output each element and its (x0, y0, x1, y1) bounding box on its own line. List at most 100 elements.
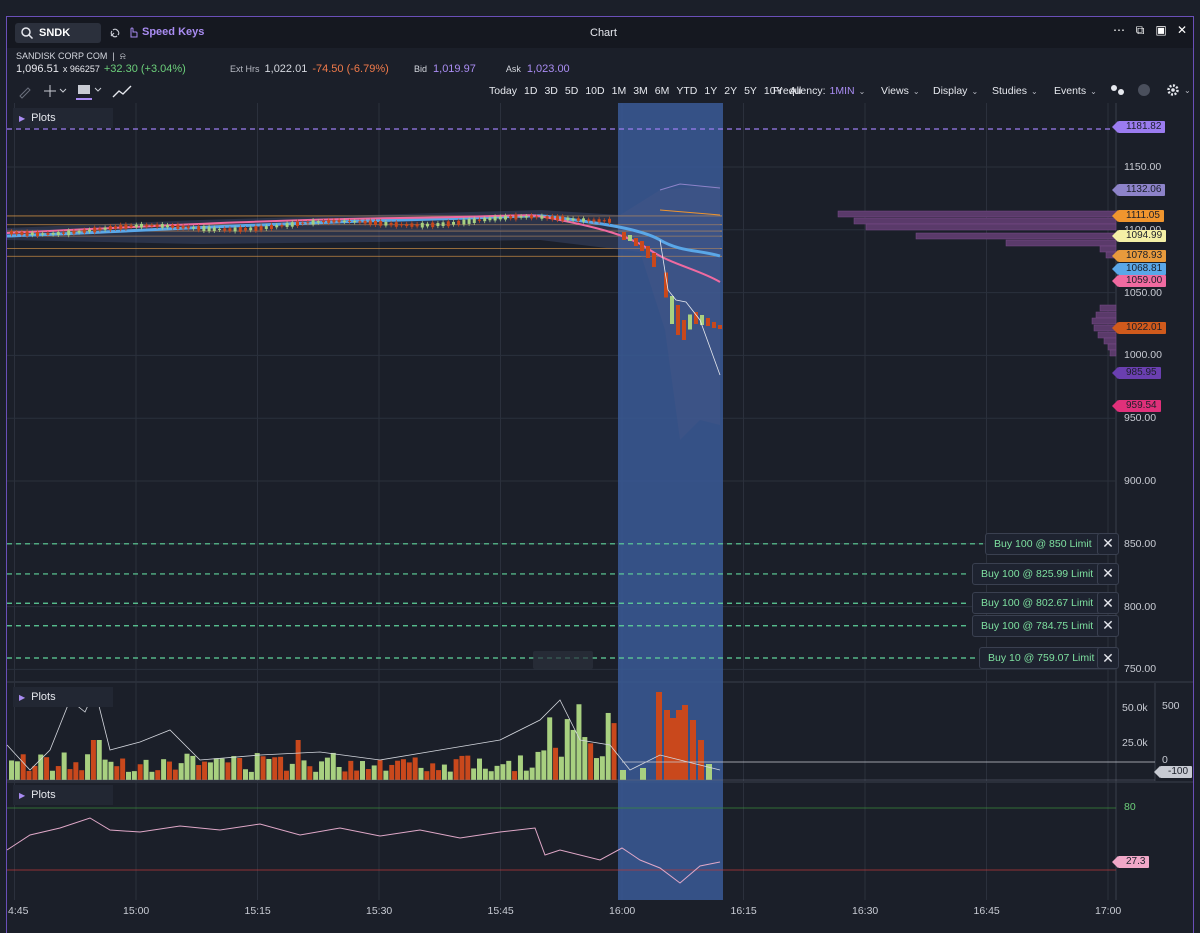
volume-profile-bar (853, 217, 1117, 225)
price-tag: 1132.06 (1111, 183, 1166, 196)
volume-bar (506, 760, 512, 780)
volume-bar (547, 717, 553, 780)
candle (628, 235, 632, 241)
volume-bar (120, 758, 126, 780)
volume-bar (553, 747, 559, 780)
volume-bar (453, 759, 459, 780)
candle (718, 325, 722, 329)
volume-bar (512, 771, 518, 780)
candle (652, 253, 656, 267)
plots-label: Plots (31, 112, 56, 124)
volume-bar (108, 761, 114, 780)
volume-bar (149, 771, 155, 780)
volume-bar (535, 751, 541, 780)
candle (706, 318, 710, 326)
cancel-order-button[interactable]: ✕ (1097, 614, 1119, 637)
volume-bar (102, 759, 108, 780)
cancel-order-button[interactable]: ✕ (1097, 647, 1119, 669)
volume-bar (178, 763, 184, 780)
volume-bar (465, 755, 471, 780)
cancel-order-button[interactable]: ✕ (1097, 592, 1119, 615)
order-label[interactable]: Buy 10 @ 759.07 Limit (979, 647, 1104, 669)
chart-canvas[interactable] (0, 0, 1200, 933)
price-tick: 950.00 (1124, 412, 1157, 425)
candle (688, 314, 692, 330)
volume-bar (588, 743, 594, 780)
volume-bar (354, 770, 360, 780)
order-label[interactable]: Buy 100 @ 825.99 Limit (972, 562, 1103, 585)
candle (622, 232, 626, 240)
volume-bar (664, 710, 670, 780)
volume-bar (319, 761, 325, 780)
price-tag: 1111.05 (1112, 209, 1164, 222)
volume-bar (400, 759, 406, 780)
volume-bar (49, 770, 55, 780)
volume-bar (360, 761, 365, 780)
volume-bar (541, 750, 547, 780)
time-tick: 4:45 (8, 905, 29, 917)
time-tick: 16:45 (973, 905, 1000, 917)
volume-profile-bar (1109, 349, 1117, 357)
price-tick: 850.00 (1124, 537, 1157, 550)
volume-bar (477, 758, 482, 780)
price-tick: 750.00 (1124, 663, 1157, 676)
price-tick: 900.00 (1124, 475, 1157, 487)
volume-bar (161, 759, 167, 780)
volume-bar (237, 757, 243, 780)
volume-bar (336, 766, 342, 780)
volume-profile-bar (1099, 304, 1117, 312)
volume-bar (348, 760, 354, 780)
volume-bar (196, 765, 202, 780)
time-tick: 15:45 (487, 905, 514, 917)
volume-bar (418, 767, 424, 780)
candle (646, 246, 650, 258)
volume-bar (213, 758, 219, 780)
volume-bar (190, 755, 196, 780)
volume-bar (207, 762, 213, 780)
price-tag: 1059.00 (1111, 275, 1167, 288)
volume-bar (278, 756, 284, 780)
volume-bar (289, 763, 295, 780)
cancel-order-button[interactable]: ✕ (1097, 562, 1119, 585)
price-tag: 959.54 (1112, 400, 1161, 413)
order-label[interactable]: Buy 100 @ 850 Limit (985, 532, 1101, 555)
volume-bar (155, 770, 161, 780)
volume-bar (254, 753, 260, 780)
volume-bar (383, 770, 389, 780)
volume-bar (441, 764, 447, 780)
volume-bar (114, 766, 120, 780)
volume-plots-toggle[interactable]: ▶ Plots (13, 687, 113, 707)
cancel-order-button[interactable]: ✕ (1097, 532, 1119, 555)
price-tag: 1181.82 (1111, 121, 1166, 134)
time-tick: 17:00 (1095, 905, 1122, 917)
candle (694, 312, 698, 324)
volume-bar (611, 723, 617, 780)
time-tick: 15:15 (244, 905, 271, 917)
osc-tick: 0 (1162, 754, 1168, 766)
plots-label: Plots (31, 691, 56, 703)
volume-bar (26, 770, 32, 780)
candle (682, 320, 686, 340)
order-label[interactable]: Buy 100 @ 802.67 Limit (972, 592, 1103, 615)
volume-bar (371, 765, 377, 780)
order-label[interactable]: Buy 100 @ 784.75 Limit (972, 614, 1103, 637)
candle (634, 238, 638, 246)
panel-resize-handle (533, 651, 593, 669)
volume-bar (529, 767, 535, 780)
volume-bar (90, 740, 96, 780)
volume-bar (690, 720, 696, 780)
rsi-plots-toggle[interactable]: ▶ Plots (13, 785, 113, 805)
volume-bar (313, 771, 319, 780)
bollinger-band (7, 185, 720, 440)
volume-bar (260, 756, 266, 780)
volume-bar (61, 752, 67, 780)
volume-bar (131, 771, 137, 780)
volume-bar (79, 770, 85, 780)
volume-bar (582, 737, 588, 780)
volume-bar (558, 756, 564, 780)
osc-value-tag: -100 (1153, 766, 1193, 778)
price-tag: 1022.01 (1111, 321, 1167, 334)
rsi-line (6, 817, 721, 884)
volume-bar (377, 759, 383, 780)
price-plots-toggle[interactable]: ▶ Plots (13, 108, 113, 128)
